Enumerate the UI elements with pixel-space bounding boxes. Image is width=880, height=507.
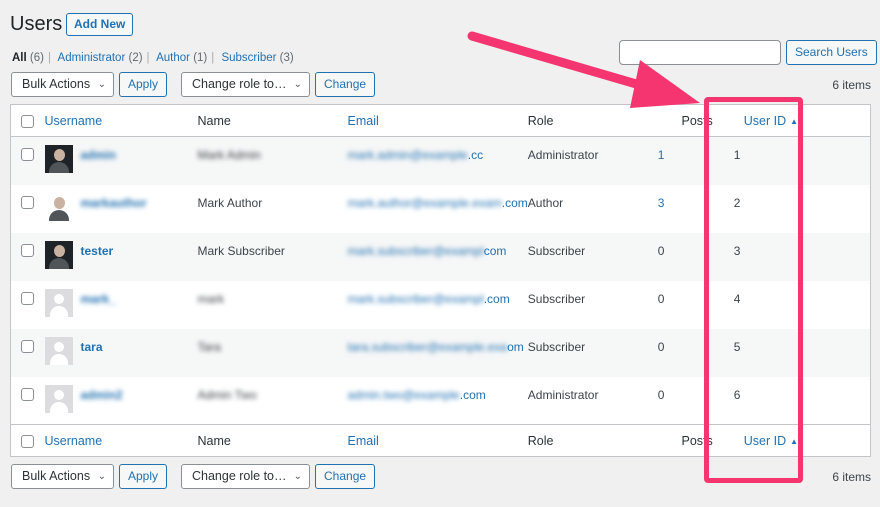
- avatar: [44, 336, 73, 365]
- user-role: Subscriber: [527, 243, 586, 258]
- tablenav-bottom: Bulk Actions ⌄ Apply Change role to… ⌄ Cha…: [11, 464, 871, 490]
- column-username-footer[interactable]: Username: [45, 434, 103, 448]
- filter-subscriber[interactable]: Subscriber (3): [221, 52, 293, 64]
- filter-all[interactable]: All (6): [12, 52, 44, 64]
- add-new-button[interactable]: Add New: [66, 13, 134, 36]
- bulk-actions-select-bottom[interactable]: Bulk Actions ⌄: [11, 464, 114, 489]
- chevron-down-icon: ⌄: [293, 471, 302, 482]
- change-role-select[interactable]: Change role to… ⌄: [181, 72, 310, 97]
- select-all-checkbox[interactable]: [21, 114, 34, 128]
- avatar: [44, 192, 73, 221]
- chevron-down-icon: ⌄: [97, 471, 106, 482]
- change-button-bottom[interactable]: Change: [315, 464, 376, 489]
- row-checkbox[interactable]: [21, 339, 34, 353]
- column-username[interactable]: Username: [45, 114, 103, 128]
- posts-count-link[interactable]: 1: [658, 148, 665, 162]
- row-checkbox[interactable]: [21, 195, 34, 209]
- user-full-name: Mark Subscriber: [197, 243, 285, 258]
- username-link[interactable]: admin2: [81, 387, 123, 403]
- table-row: admin2 Admin Two admin.two@example.com Admi…: [11, 377, 871, 425]
- sort-up-icon: ▲: [790, 436, 799, 446]
- column-user-id-footer[interactable]: User ID ▲: [744, 434, 798, 448]
- username-link[interactable]: markauthor: [81, 195, 147, 211]
- column-email-footer[interactable]: Email: [348, 434, 379, 448]
- user-id: 3: [733, 243, 741, 258]
- avatar: [44, 240, 73, 269]
- table-row: tara Tara tara.subscriber@example.exaom Sub…: [10, 328, 871, 377]
- apply-button-bottom[interactable]: Apply: [119, 464, 168, 489]
- row-checkbox[interactable]: [21, 291, 34, 305]
- posts-count: 0: [657, 291, 665, 306]
- change-button[interactable]: Change: [315, 72, 376, 97]
- table-header-row: Username Name Email Role Posts User ID ▲: [10, 105, 871, 137]
- column-role: Role: [527, 113, 554, 128]
- table-row: mark_ mark mark.subscriber@exampl.com Subsc…: [11, 281, 871, 329]
- table-row: tester Mark Subscriber mark.subscriber@exa…: [10, 232, 871, 281]
- user-id: 2: [733, 195, 741, 210]
- column-posts-footer: Posts: [681, 433, 713, 448]
- user-id: 4: [733, 291, 741, 306]
- posts-count: 0: [657, 243, 665, 258]
- user-full-name: mark: [197, 291, 225, 306]
- page-title: Users: [10, 13, 63, 35]
- email-link[interactable]: mark.author@example.exam.com: [348, 196, 528, 210]
- change-role-select-bottom[interactable]: Change role to… ⌄: [181, 464, 310, 489]
- row-checkbox[interactable]: [21, 387, 34, 401]
- table-row: admin Mark Admin mark.admin@example.cc Admi…: [10, 136, 871, 185]
- user-role: Administrator: [527, 148, 599, 162]
- posts-count: 0: [657, 387, 665, 402]
- table-row: markauthor Mark Author mark.author@example…: [11, 185, 871, 233]
- column-name-footer: Name: [197, 433, 231, 448]
- username-link[interactable]: tester: [81, 243, 114, 259]
- table-footer-row: Username Name Email Role Posts User ID ▲: [10, 424, 871, 457]
- bulk-actions-select[interactable]: Bulk Actions ⌄: [11, 72, 114, 97]
- user-id: 5: [733, 339, 741, 354]
- user-role: Subscriber: [527, 339, 586, 354]
- user-id: 6: [733, 387, 741, 402]
- filter-author[interactable]: Author (1): [156, 52, 207, 64]
- posts-count: 0: [657, 339, 665, 354]
- user-id: 1: [733, 148, 741, 162]
- column-posts: Posts: [681, 113, 713, 128]
- chevron-down-icon: ⌄: [97, 79, 106, 90]
- column-user-id[interactable]: User ID ▲: [744, 114, 798, 128]
- column-name: Name: [197, 113, 231, 128]
- email-link[interactable]: mark.subscriber@examplcom: [348, 244, 507, 258]
- row-checkbox[interactable]: [21, 148, 34, 161]
- search-input[interactable]: [619, 40, 781, 65]
- user-role: Author: [527, 195, 564, 210]
- user-full-name: Admin Two: [197, 387, 257, 402]
- user-role: Subscriber: [527, 291, 586, 306]
- items-count: 6 items: [832, 78, 871, 92]
- posts-count-link[interactable]: 3: [658, 196, 665, 210]
- apply-button[interactable]: Apply: [119, 72, 168, 97]
- username-link[interactable]: tara: [81, 339, 103, 355]
- chevron-down-icon: ⌄: [293, 79, 302, 90]
- column-email[interactable]: Email: [348, 114, 379, 128]
- avatar: [44, 384, 73, 413]
- users-table-body: admin Mark Admin mark.admin@example.cc Admi…: [10, 136, 871, 425]
- role-filters: All (6) | Administrator (2) | Author (1) | …: [12, 52, 294, 64]
- column-role-footer: Role: [527, 433, 554, 448]
- user-full-name: Tara: [197, 339, 221, 354]
- user-role: Administrator: [527, 387, 599, 402]
- username-link[interactable]: mark_: [81, 291, 116, 307]
- sort-up-icon: ▲: [790, 116, 799, 126]
- items-count-bottom: 6 items: [832, 470, 871, 484]
- search-users-button[interactable]: Search Users: [786, 40, 877, 65]
- avatar: [44, 145, 73, 173]
- filter-administrator[interactable]: Administrator (2): [58, 52, 143, 64]
- users-table: Username Name Email Role Posts User ID ▲ …: [10, 104, 871, 457]
- row-checkbox[interactable]: [21, 243, 34, 257]
- user-full-name: Mark Author: [197, 195, 263, 210]
- email-link[interactable]: mark.subscriber@exampl.com: [348, 292, 510, 306]
- tablenav-top: Bulk Actions ⌄ Apply Change role to… ⌄ Cha…: [11, 72, 871, 98]
- avatar: [44, 288, 73, 317]
- user-full-name: Mark Admin: [197, 148, 261, 162]
- select-all-checkbox-footer[interactable]: [21, 434, 34, 448]
- email-link[interactable]: tara.subscriber@example.exaom: [348, 340, 524, 354]
- email-link[interactable]: mark.admin@example.cc: [348, 148, 484, 162]
- email-link[interactable]: admin.two@example.com: [348, 388, 486, 402]
- username-link[interactable]: admin: [81, 147, 116, 163]
